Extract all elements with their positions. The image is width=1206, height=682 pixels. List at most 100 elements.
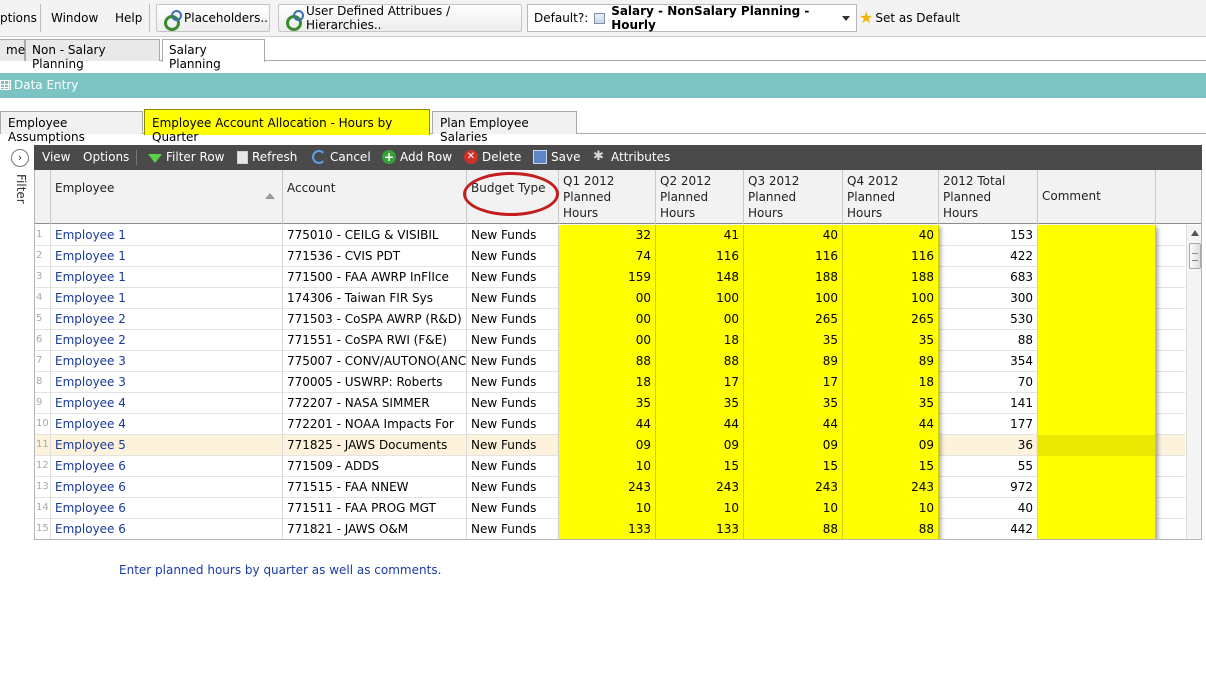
q2-hours-cell[interactable]: 18 xyxy=(656,330,744,351)
q4-hours-cell[interactable]: 243 xyxy=(843,477,939,498)
employee-cell[interactable]: Employee 1 xyxy=(51,246,283,267)
set-default-button[interactable]: ★ Set as Default xyxy=(859,10,960,26)
employee-cell[interactable]: Employee 6 xyxy=(51,477,283,498)
employee-cell[interactable]: Employee 4 xyxy=(51,414,283,435)
q1-hours-cell[interactable]: 74 xyxy=(559,246,656,267)
comment-cell[interactable] xyxy=(1038,519,1156,539)
cancel-button[interactable]: Cancel xyxy=(312,150,371,164)
q3-hours-cell[interactable]: 243 xyxy=(744,477,843,498)
comment-cell[interactable] xyxy=(1038,288,1156,309)
q4-hours-cell[interactable]: 40 xyxy=(843,225,939,246)
budget-type-cell[interactable]: New Funds xyxy=(467,435,559,456)
column-header-q2[interactable]: Q2 2012 Planned Hours xyxy=(656,170,744,224)
budget-type-cell[interactable]: New Funds xyxy=(467,267,559,288)
comment-cell[interactable] xyxy=(1038,372,1156,393)
budget-type-cell[interactable]: New Funds xyxy=(467,288,559,309)
scroll-up-icon[interactable] xyxy=(1191,230,1199,236)
table-row[interactable]: 9 Employee 4 772207 - NASA SIMMER New Funds… xyxy=(35,393,1185,414)
q4-hours-cell[interactable]: 89 xyxy=(843,351,939,372)
employee-cell[interactable]: Employee 1 xyxy=(51,288,283,309)
q1-hours-cell[interactable]: 44 xyxy=(559,414,656,435)
q4-hours-cell[interactable]: 10 xyxy=(843,498,939,519)
q1-hours-cell[interactable]: 159 xyxy=(559,267,656,288)
vertical-scrollbar[interactable] xyxy=(1186,225,1201,539)
tab-home[interactable]: me xyxy=(0,39,25,61)
column-header-employee[interactable]: Employee xyxy=(51,170,283,224)
column-header-comment[interactable]: Comment xyxy=(1038,170,1156,224)
employee-cell[interactable]: Employee 1 xyxy=(51,225,283,246)
q2-hours-cell[interactable]: 100 xyxy=(656,288,744,309)
menu-options[interactable]: ptions xyxy=(0,11,37,25)
chevron-down-icon[interactable] xyxy=(842,16,850,21)
filter-label[interactable]: Filter xyxy=(14,174,28,204)
comment-cell[interactable] xyxy=(1038,309,1156,330)
tab-non-salary-planning[interactable]: Non - Salary Planning xyxy=(25,39,160,71)
employee-cell[interactable]: Employee 3 xyxy=(51,372,283,393)
budget-type-cell[interactable]: New Funds xyxy=(467,309,559,330)
table-row[interactable]: 1 Employee 1 775010 - CEILG & VISIBIL New F… xyxy=(35,225,1185,246)
tab-salary-planning[interactable]: Salary Planning xyxy=(162,39,265,71)
q3-hours-cell[interactable]: 09 xyxy=(744,435,843,456)
table-row[interactable]: 8 Employee 3 770005 - USWRP: Roberts New Fu… xyxy=(35,372,1185,393)
filter-row-button[interactable]: Filter Row xyxy=(148,150,225,164)
q3-hours-cell[interactable]: 100 xyxy=(744,288,843,309)
comment-cell[interactable] xyxy=(1038,498,1156,519)
q3-hours-cell[interactable]: 17 xyxy=(744,372,843,393)
q2-hours-cell[interactable]: 116 xyxy=(656,246,744,267)
scroll-thumb[interactable] xyxy=(1189,243,1201,269)
account-cell[interactable]: 771503 - CoSPA AWRP (R&D) xyxy=(283,309,467,330)
comment-cell[interactable] xyxy=(1038,351,1156,372)
q1-hours-cell[interactable]: 18 xyxy=(559,372,656,393)
options-menu[interactable]: Options xyxy=(83,150,129,164)
q1-hours-cell[interactable]: 00 xyxy=(559,330,656,351)
q4-hours-cell[interactable]: 188 xyxy=(843,267,939,288)
comment-cell[interactable] xyxy=(1038,246,1156,267)
account-cell[interactable]: 770005 - USWRP: Roberts xyxy=(283,372,467,393)
tab-employee-account-allocation[interactable]: Employee Account Allocation - Hours by Q… xyxy=(144,109,430,144)
table-row[interactable]: 14 Employee 6 771511 - FAA PROG MGT New Fun… xyxy=(35,498,1185,519)
table-row[interactable]: 7 Employee 3 775007 - CONV/AUTONO(ANC) New … xyxy=(35,351,1185,372)
q1-hours-cell[interactable]: 10 xyxy=(559,498,656,519)
account-cell[interactable]: 772207 - NASA SIMMER xyxy=(283,393,467,414)
q3-hours-cell[interactable]: 88 xyxy=(744,519,843,539)
employee-cell[interactable]: Employee 6 xyxy=(51,498,283,519)
q3-hours-cell[interactable]: 35 xyxy=(744,393,843,414)
refresh-button[interactable]: Refresh xyxy=(237,150,297,164)
comment-cell[interactable] xyxy=(1038,477,1156,498)
table-row[interactable]: 2 Employee 1 771536 - CVIS PDT New Funds 74 1… xyxy=(35,246,1185,267)
default-selector[interactable]: Default?: Salary - NonSalary Planning - … xyxy=(527,4,857,32)
q2-hours-cell[interactable]: 41 xyxy=(656,225,744,246)
q3-hours-cell[interactable]: 35 xyxy=(744,330,843,351)
q4-hours-cell[interactable]: 18 xyxy=(843,372,939,393)
table-row[interactable]: 11 Employee 5 771825 - JAWS Documents New F… xyxy=(35,435,1185,456)
column-header-q4[interactable]: Q4 2012 Planned Hours xyxy=(843,170,939,224)
column-header-total[interactable]: 2012 Total Planned Hours xyxy=(939,170,1038,224)
budget-type-cell[interactable]: New Funds xyxy=(467,351,559,372)
user-defined-attributes-button[interactable]: User Defined Attribues / Hierarchies.. xyxy=(278,4,522,32)
q4-hours-cell[interactable]: 88 xyxy=(843,519,939,539)
attributes-button[interactable]: ✱ Attributes xyxy=(593,150,670,165)
menu-window[interactable]: Window xyxy=(51,11,98,25)
q1-hours-cell[interactable]: 10 xyxy=(559,456,656,477)
q2-hours-cell[interactable]: 17 xyxy=(656,372,744,393)
q4-hours-cell[interactable]: 35 xyxy=(843,393,939,414)
column-header-q3[interactable]: Q3 2012 Planned Hours xyxy=(744,170,843,224)
sort-ascending-icon[interactable] xyxy=(265,193,275,199)
comment-cell[interactable] xyxy=(1038,456,1156,477)
q1-hours-cell[interactable]: 133 xyxy=(559,519,656,539)
budget-type-cell[interactable]: New Funds xyxy=(467,477,559,498)
account-cell[interactable]: 775007 - CONV/AUTONO(ANC) xyxy=(283,351,467,372)
q1-hours-cell[interactable]: 35 xyxy=(559,393,656,414)
account-cell[interactable]: 772201 - NOAA Impacts For xyxy=(283,414,467,435)
employee-cell[interactable]: Employee 1 xyxy=(51,267,283,288)
placeholders-button[interactable]: Placeholders.. xyxy=(156,4,270,32)
table-row[interactable]: 6 Employee 2 771551 - CoSPA RWI (F&E) New F… xyxy=(35,330,1185,351)
budget-type-cell[interactable]: New Funds xyxy=(467,456,559,477)
q2-hours-cell[interactable]: 35 xyxy=(656,393,744,414)
budget-type-cell[interactable]: New Funds xyxy=(467,372,559,393)
employee-cell[interactable]: Employee 2 xyxy=(51,309,283,330)
q1-hours-cell[interactable]: 00 xyxy=(559,288,656,309)
q2-hours-cell[interactable]: 09 xyxy=(656,435,744,456)
view-menu[interactable]: View xyxy=(42,150,70,164)
q3-hours-cell[interactable]: 15 xyxy=(744,456,843,477)
